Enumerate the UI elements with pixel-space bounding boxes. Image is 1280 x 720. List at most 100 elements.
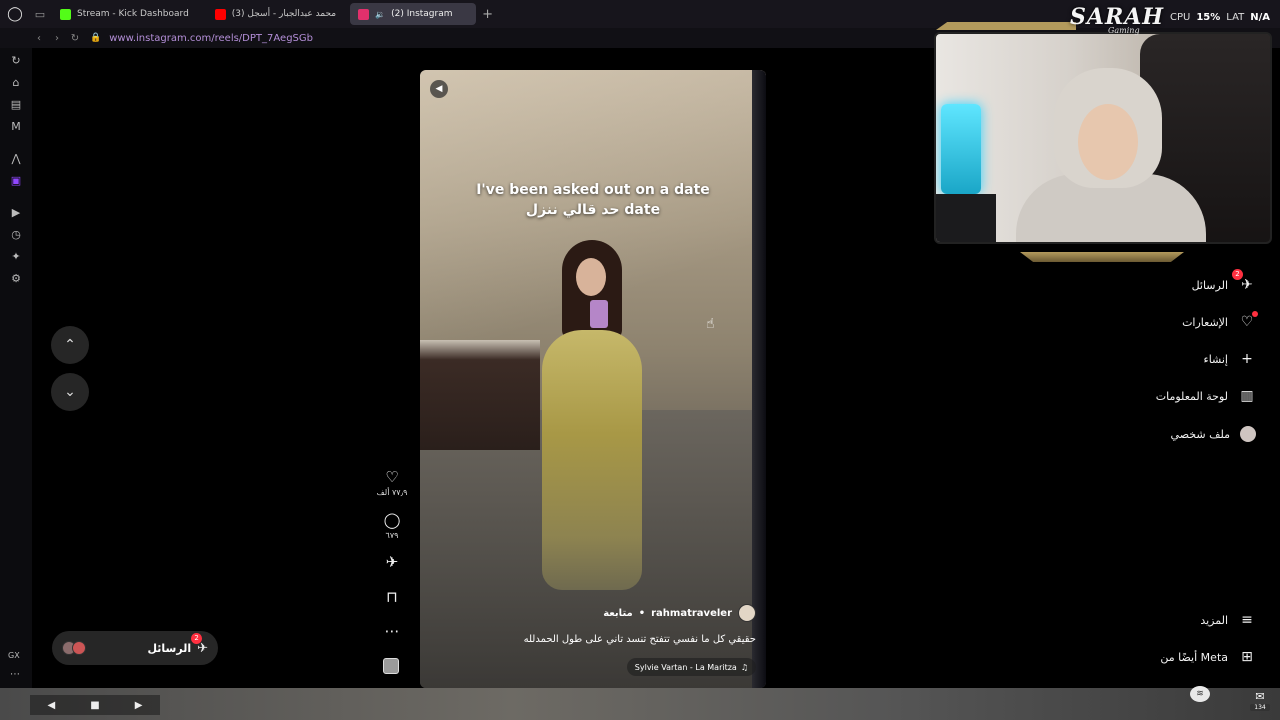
like-count: ٧٧٫٩ ألف — [376, 488, 408, 497]
more-icon: ⋯ — [384, 622, 400, 640]
settings-icon[interactable]: ⚙ — [9, 272, 23, 286]
audio-thumbnail[interactable] — [383, 658, 399, 674]
apps-icon: ⊞ — [1241, 649, 1253, 665]
save-button[interactable]: ⊓ — [372, 588, 412, 606]
music-note-icon: ♫ — [740, 662, 748, 672]
messages-badge: 2 — [191, 632, 203, 644]
gx-label: GX — [8, 651, 20, 660]
webcam-frame-bottom — [1020, 252, 1184, 262]
bookmark-icon: ⊓ — [386, 588, 398, 606]
taskbar: ◀ ■ ▶ — [0, 688, 1280, 720]
like-button[interactable]: ♡ ٧٧٫٩ ألف — [372, 468, 412, 497]
mail-button[interactable]: ✉ 134 — [1250, 690, 1270, 716]
m-icon[interactable]: M — [9, 120, 23, 134]
nav-more[interactable]: المزيد ≡ — [1200, 612, 1256, 628]
media-controls: ◀ ■ ▶ — [30, 695, 160, 715]
app-tray-icon[interactable]: ≋ — [1190, 686, 1210, 702]
comment-button[interactable]: ◯ ٦٧٩ — [372, 511, 412, 540]
nav-create[interactable]: إنشاء + — [1204, 351, 1256, 367]
video-person — [532, 240, 652, 600]
gx-control-icon[interactable]: ↻ — [9, 54, 23, 68]
tab-kick-dashboard[interactable]: Stream - Kick Dashboard — [52, 3, 197, 25]
brand-subtitle: Gaming — [1108, 26, 1140, 35]
person-phone — [590, 300, 608, 328]
tab-label: (3) محمد عبدالجبار - أسجل — [231, 9, 337, 19]
cpu-value: 15% — [1196, 12, 1221, 23]
reel-music[interactable]: Sylvie Vartan - La Maritza ♫ — [626, 658, 756, 676]
store-icon[interactable]: ⌂ — [9, 76, 23, 90]
nav-notifications[interactable]: الإشعارات ♡ — [1182, 311, 1258, 330]
overlay-text-ar: حد قالي ننزل date — [525, 202, 661, 218]
back-icon[interactable]: ‹ — [30, 33, 48, 44]
nav-dashboard[interactable]: لوحة المعلومات ▥ — [1156, 388, 1256, 404]
person-face — [576, 258, 606, 296]
arc-icon[interactable]: ⋀ — [9, 152, 23, 166]
nav-label: لوحة المعلومات — [1155, 389, 1228, 403]
send-icon: ✈ — [385, 553, 399, 571]
music-title: Sylvie Vartan - La Maritza — [634, 662, 737, 672]
tab-label: Stream - Kick Dashboard — [77, 9, 189, 19]
player-icon[interactable]: ▶ — [9, 206, 23, 220]
nav-label: أيضًا من Meta — [1160, 650, 1228, 664]
new-tab-button[interactable]: + — [482, 7, 493, 22]
chevron-down-icon: ⌄ — [64, 384, 76, 400]
mail-icon: ✉ — [1255, 690, 1265, 703]
share-button[interactable]: ✈ — [372, 553, 412, 571]
send-icon: ✈ 2 — [1232, 269, 1256, 293]
author-avatar[interactable] — [738, 604, 756, 622]
tab-youtube[interactable]: (3) محمد عبدالجبار - أسجل — [207, 3, 344, 25]
stop-icon[interactable]: ■ — [90, 700, 99, 711]
next-reel-button[interactable]: ⌄ — [51, 373, 89, 411]
more-options-button[interactable]: ⋯ — [372, 622, 412, 640]
follow-button[interactable]: متابعة — [603, 608, 633, 619]
reel-author: متابعة • rahmatraveler — [603, 604, 756, 622]
nav-messages[interactable]: الرسائل ✈ 2 — [1191, 269, 1256, 293]
avatar — [72, 641, 86, 655]
tab-instagram[interactable]: 🔉 (2) Instagram — [350, 3, 477, 25]
history-icon[interactable]: ◷ — [9, 228, 23, 242]
twitch-icon[interactable]: ▣ — [9, 174, 23, 188]
messages-pill-content: الرسائل ✈ 2 — [147, 632, 208, 656]
forward-icon[interactable]: › — [48, 33, 66, 44]
previous-icon[interactable]: ◀ — [48, 700, 56, 711]
workspace-icon[interactable]: ▭ — [30, 0, 50, 28]
nav-profile[interactable]: ملف شخصي — [1171, 426, 1256, 442]
url-field[interactable]: www.instagram.com/reels/DPT_7AegSGb — [109, 33, 313, 44]
nav-also-from-meta[interactable]: أيضًا من Meta ⊞ — [1160, 649, 1256, 665]
chevron-up-icon: ⌃ — [64, 337, 76, 353]
reload-icon[interactable]: ↻ — [66, 33, 84, 44]
webcam-streamer-face — [1078, 104, 1138, 180]
webcam-mic-light — [941, 104, 981, 194]
menu-icon: ≡ — [1241, 612, 1253, 628]
reel-description[interactable]: حقيقي كل ما نفسي تتفتح تنسد تاني على طول… — [524, 634, 756, 645]
messages-pill[interactable]: الرسائل ✈ 2 — [52, 631, 218, 665]
heart-icon: ♡ — [385, 468, 399, 486]
more-icon[interactable]: ⋯ — [10, 669, 20, 680]
reel-video[interactable]: ◀ I've been asked out on a date حد قالي … — [420, 70, 766, 688]
opera-gx-logo-icon[interactable]: ◯ — [0, 0, 30, 28]
comment-count: ٦٧٩ — [385, 531, 399, 540]
game-icon[interactable]: ▤ — [9, 98, 23, 112]
author-username[interactable]: rahmatraveler — [651, 608, 732, 619]
separator-dot: • — [638, 607, 646, 619]
mute-button[interactable]: ◀ — [430, 80, 448, 98]
person-dress — [542, 330, 642, 590]
messages-pill-label: الرسائل — [147, 641, 192, 655]
cpu-label: CPU — [1170, 12, 1191, 23]
messages-badge: 2 — [1232, 269, 1243, 280]
video-door — [752, 70, 766, 688]
nav-label: إنشاء — [1203, 352, 1228, 366]
heart-icon: ♡ — [1238, 311, 1258, 330]
play-icon[interactable]: ▶ — [135, 700, 143, 711]
screen: ◯ ▭ Stream - Kick Dashboard (3) محمد عبد… — [0, 0, 1280, 720]
hand-cursor-icon: ☝ — [706, 316, 715, 332]
send-icon: ✈ 2 — [191, 632, 208, 656]
comment-icon: ◯ — [383, 511, 401, 529]
video-counter — [420, 340, 540, 450]
tab-label: (2) Instagram — [391, 9, 453, 19]
previous-reel-button[interactable]: ⌃ — [51, 326, 89, 364]
nav-label: الرسائل — [1191, 278, 1228, 292]
webcam-overlay — [934, 32, 1272, 244]
extensions-icon[interactable]: ✦ — [9, 250, 23, 264]
notification-dot — [1252, 311, 1258, 317]
